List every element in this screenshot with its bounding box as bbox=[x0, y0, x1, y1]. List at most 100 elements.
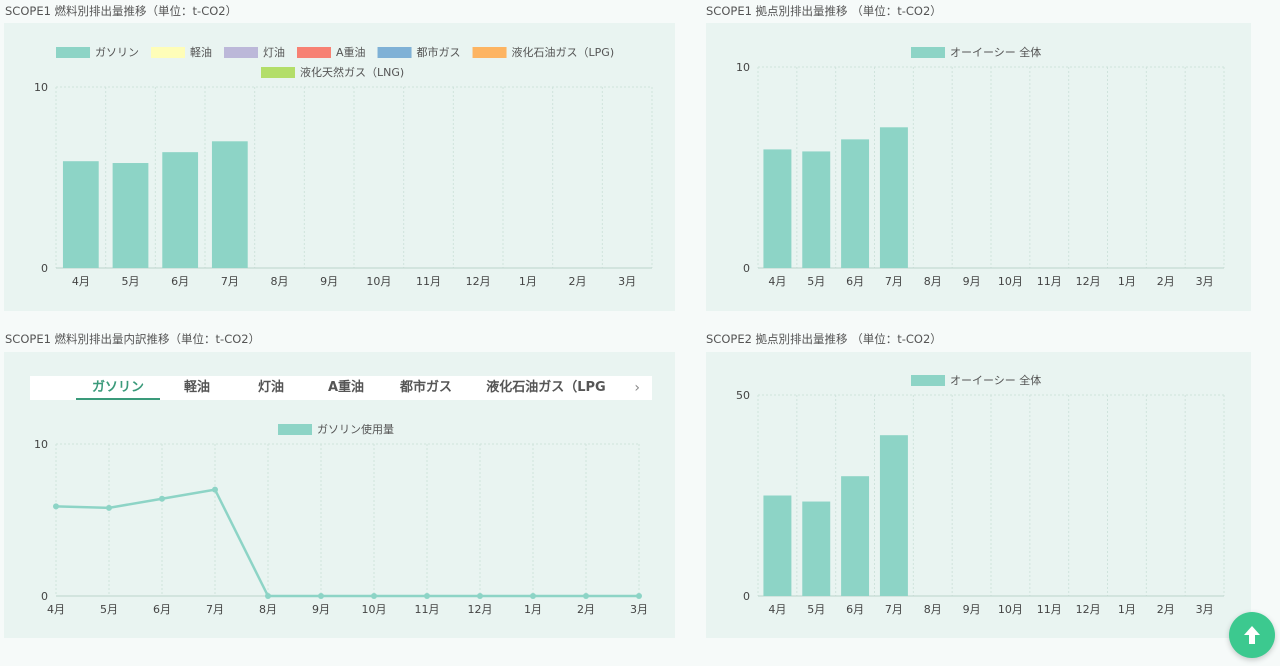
y-tick-label: 0 bbox=[743, 590, 750, 603]
x-tick-label: 5月 bbox=[807, 603, 825, 616]
x-tick-label: 4月 bbox=[768, 275, 786, 288]
x-tick-label: 6月 bbox=[153, 603, 171, 616]
legend-label: 液化石油ガス（LPG) bbox=[512, 45, 615, 59]
y-tick-label: 10 bbox=[34, 81, 48, 94]
tab-lpg[interactable]: 液化石油ガス（LPG bbox=[476, 376, 616, 400]
y-tick-label: 50 bbox=[736, 389, 750, 402]
x-tick-label: 7月 bbox=[885, 275, 903, 288]
legend-label: 液化天然ガス（LNG) bbox=[300, 65, 404, 79]
legend-label: 軽油 bbox=[190, 45, 212, 59]
tab-kerosene[interactable]: 灯油 bbox=[234, 376, 308, 400]
legend-label: 都市ガス bbox=[417, 45, 461, 59]
data-point bbox=[371, 593, 377, 599]
x-tick-label: 10月 bbox=[998, 603, 1023, 616]
x-tick-label: 2月 bbox=[1157, 275, 1175, 288]
panel-title-scope2-site: SCOPE2 拠点別排出量推移 （単位：t-CO2） bbox=[706, 332, 942, 346]
data-point bbox=[318, 593, 324, 599]
x-tick-label: 5月 bbox=[100, 603, 118, 616]
chart-panel-scope1-fuel-breakdown: ガソリン 軽油 灯油 A重油 都市ガス 液化石油ガス（LPG › ガソリン使用量… bbox=[4, 352, 675, 638]
x-tick-label: 2月 bbox=[577, 603, 595, 616]
data-point bbox=[424, 593, 430, 599]
x-tick-label: 1月 bbox=[1118, 603, 1136, 616]
tab-diesel[interactable]: 軽油 bbox=[160, 376, 234, 400]
x-tick-label: 12月 bbox=[1076, 275, 1101, 288]
x-tick-label: 1月 bbox=[524, 603, 542, 616]
legend-label: A重油 bbox=[336, 45, 366, 59]
x-tick-label: 2月 bbox=[1157, 603, 1175, 616]
bar bbox=[841, 476, 870, 596]
y-tick-label: 0 bbox=[743, 262, 750, 275]
chart-panel-scope2-site: オーイーシー 全体 0 50 4月 5月 6月 7月 8月 9月 10月 11月 12月 1月 2月 3月 bbox=[706, 352, 1251, 638]
data-point bbox=[53, 503, 59, 510]
legend-swatch bbox=[911, 47, 945, 58]
x-tick-label: 9月 bbox=[963, 603, 981, 616]
bar bbox=[802, 151, 831, 268]
panel-title-scope1-fuel: SCOPE1 燃料別排出量推移（単位：t-CO2） bbox=[5, 4, 238, 18]
x-tick-label: 10月 bbox=[366, 275, 391, 288]
chart-panel-scope1-site: オーイーシー 全体 0 10 4月 5月 6月 7月 8月 9月 10月 11月 12月 1月 2月 3月 bbox=[706, 23, 1251, 311]
x-tick-label: 9月 bbox=[320, 275, 338, 288]
data-point bbox=[477, 593, 483, 599]
x-tick-label: 8月 bbox=[271, 275, 289, 288]
x-tick-label: 4月 bbox=[768, 603, 786, 616]
x-tick-label: 3月 bbox=[1196, 603, 1214, 616]
bar bbox=[841, 139, 870, 268]
x-tick-label: 11月 bbox=[1037, 603, 1062, 616]
data-point bbox=[636, 593, 642, 599]
x-tick-label: 12月 bbox=[468, 603, 493, 616]
x-tick-label: 4月 bbox=[72, 275, 90, 288]
chevron-right-icon[interactable]: › bbox=[634, 376, 640, 400]
x-tick-label: 6月 bbox=[171, 275, 189, 288]
y-tick-label: 0 bbox=[41, 262, 48, 275]
x-tick-label: 2月 bbox=[569, 275, 587, 288]
legend-label: 灯油 bbox=[263, 45, 285, 59]
x-tick-label: 6月 bbox=[846, 603, 864, 616]
bar bbox=[162, 152, 199, 268]
data-point bbox=[106, 504, 112, 511]
scope1-fuel-bar-chart: ガソリン 軽油 灯油 A重油 都市ガス 液化石油ガス（LPG) 液化天然ガス（LNG) 0 10… bbox=[34, 45, 653, 288]
data-point bbox=[265, 593, 271, 599]
legend-label: ガソリン使用量 bbox=[317, 423, 394, 436]
x-tick-label: 10月 bbox=[362, 603, 387, 616]
chart-panel-scope1-fuel: ガソリン 軽油 灯油 A重油 都市ガス 液化石油ガス（LPG) 液化天然ガス（LNG) 0 10… bbox=[4, 23, 675, 311]
legend-swatch bbox=[56, 47, 90, 58]
legend-swatch bbox=[297, 47, 331, 58]
x-tick-label: 11月 bbox=[1037, 275, 1062, 288]
x-tick-label: 3月 bbox=[630, 603, 648, 616]
x-tick-label: 9月 bbox=[963, 275, 981, 288]
tab-gasoline[interactable]: ガソリン bbox=[76, 376, 160, 400]
legend-label: オーイーシー 全体 bbox=[950, 45, 1041, 59]
x-tick-label: 12月 bbox=[1076, 603, 1101, 616]
y-tick-label: 10 bbox=[34, 438, 48, 451]
legend-swatch bbox=[377, 47, 412, 58]
data-point bbox=[530, 593, 536, 599]
x-tick-label: 3月 bbox=[618, 275, 636, 288]
scope1-site-bar-chart: オーイーシー 全体 0 10 4月 5月 6月 7月 8月 9月 10月 11月 12月 1月 2月 3月 bbox=[736, 45, 1225, 288]
scope2-site-bar-chart: オーイーシー 全体 0 50 4月 5月 6月 7月 8月 9月 10月 11月 12月 1月 2月 3月 bbox=[736, 373, 1225, 616]
x-tick-label: 1月 bbox=[1118, 275, 1136, 288]
tab-city-gas[interactable]: 都市ガス bbox=[384, 376, 468, 400]
x-tick-label: 4月 bbox=[47, 603, 65, 616]
y-tick-label: 10 bbox=[736, 61, 750, 74]
legend-swatch bbox=[151, 47, 185, 58]
panel-title-scope1-site: SCOPE1 拠点別排出量推移 （単位：t-CO2） bbox=[706, 4, 942, 18]
legend-swatch bbox=[911, 375, 945, 386]
bar bbox=[112, 163, 149, 268]
bar bbox=[879, 127, 908, 268]
data-point bbox=[159, 495, 165, 502]
x-tick-label: 5月 bbox=[807, 275, 825, 288]
scroll-top-button[interactable] bbox=[1229, 612, 1275, 658]
data-point bbox=[583, 593, 589, 599]
x-tick-label: 5月 bbox=[122, 275, 140, 288]
x-tick-label: 11月 bbox=[415, 603, 440, 616]
y-tick-label: 0 bbox=[41, 590, 48, 603]
x-tick-label: 6月 bbox=[846, 275, 864, 288]
x-tick-label: 9月 bbox=[312, 603, 330, 616]
x-tick-label: 11月 bbox=[416, 275, 441, 288]
x-tick-label: 8月 bbox=[924, 275, 942, 288]
bar bbox=[879, 435, 908, 596]
x-tick-label: 7月 bbox=[885, 603, 903, 616]
fuel-tab-bar: ガソリン 軽油 灯油 A重油 都市ガス 液化石油ガス（LPG › bbox=[30, 376, 652, 400]
bar bbox=[763, 149, 792, 268]
tab-heavy-oil-a[interactable]: A重油 bbox=[308, 376, 384, 400]
